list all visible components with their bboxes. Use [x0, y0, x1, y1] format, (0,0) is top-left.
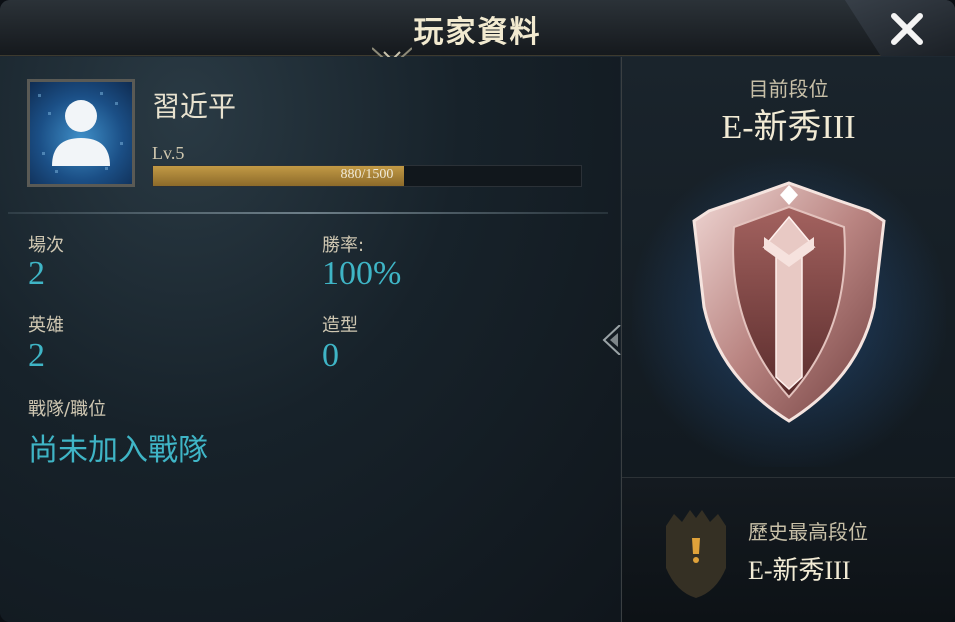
xp-progress-text: 880/1500 — [340, 167, 394, 182]
matches-label: 場次 — [28, 235, 64, 256]
history-rank-box: 歷史最高段位 E-新秀III — [622, 477, 955, 622]
player-name: 習近平 — [152, 90, 237, 123]
rank-shield-emblem-icon[interactable] — [684, 177, 894, 427]
current-rank-value: E-新秀III — [721, 109, 856, 146]
skins-value: 0 — [322, 337, 339, 374]
window-title: 玩家資料 — [413, 15, 542, 50]
player-level: Lv.5 — [152, 143, 185, 163]
history-rank-value: E-新秀III — [748, 556, 851, 585]
panel-divider-ornament-icon — [602, 325, 621, 355]
xp-progress-bar: 880/1500 — [152, 165, 582, 187]
heroes-label: 英雄 — [28, 315, 64, 336]
heroes-value: 2 — [28, 337, 45, 374]
winrate-value: 100% — [322, 255, 402, 292]
current-rank-label: 目前段位 — [748, 77, 829, 101]
history-rank-label: 歷史最高段位 — [748, 520, 868, 544]
player-info-panel: 習近平 Lv.5 880/1500 場次 2 勝率: 100% 英雄 2 造型 … — [0, 57, 621, 622]
section-divider — [8, 212, 608, 214]
player-profile-window: 玩家資料 習近平 Lv.5 880/1500 場次 2 勝率: 100% 英雄 … — [0, 0, 955, 622]
rank-panel: 目前段位 E-新秀III 歷史最高段位 E-新秀III — [621, 57, 955, 622]
rank-history-emblem-icon — [666, 510, 726, 598]
skins-label: 造型 — [322, 315, 358, 336]
team-value: 尚未加入戰隊 — [28, 433, 208, 468]
team-label: 戰隊/職位 — [28, 399, 107, 420]
avatar[interactable] — [27, 79, 135, 187]
close-icon — [891, 13, 923, 45]
matches-value: 2 — [28, 255, 45, 292]
title-bar: 玩家資料 — [0, 0, 955, 68]
default-avatar-icon — [38, 92, 123, 173]
winrate-label: 勝率: — [322, 235, 365, 256]
